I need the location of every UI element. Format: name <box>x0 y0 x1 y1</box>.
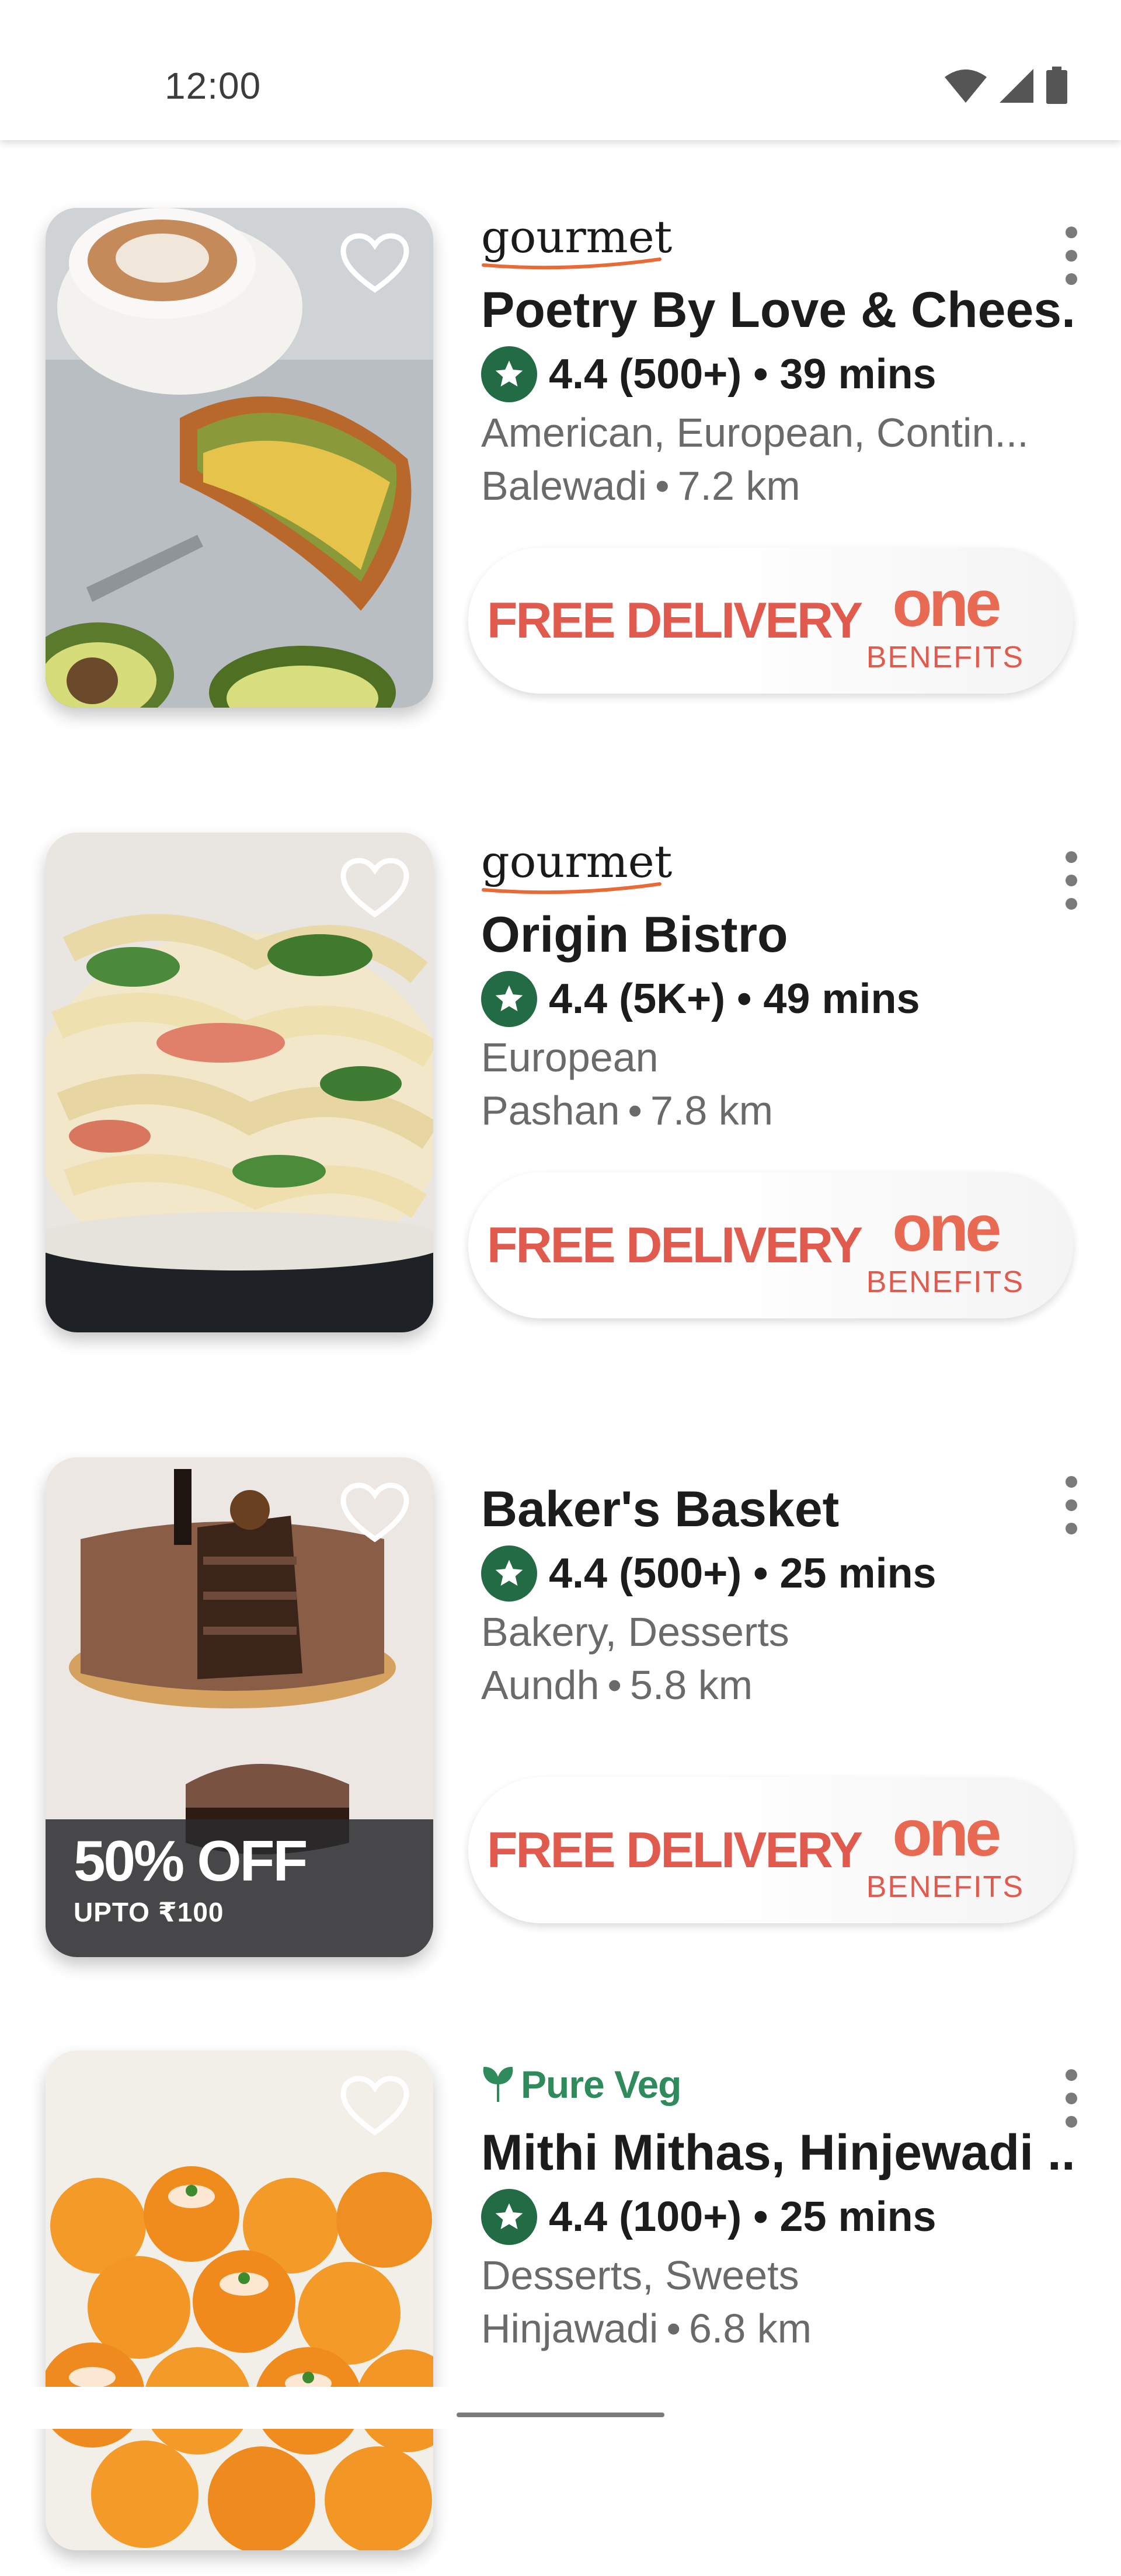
star-icon <box>481 2188 537 2245</box>
leaf-icon <box>483 2066 513 2102</box>
cuisines: European <box>481 1035 659 1080</box>
separator-dot: • <box>737 975 752 1022</box>
restaurant-info: Baker's Basket 4.4 (500+) • 25 mins Bake… <box>481 1482 1077 1708</box>
kebab-menu-icon[interactable] <box>1063 2069 1080 2128</box>
separator-dot: • <box>753 2193 768 2240</box>
status-time: 12:00 <box>165 65 262 107</box>
pure-veg-tag: Pure Veg <box>481 2062 1077 2107</box>
restaurant-image[interactable]: 50% OFF UPTO ₹100 <box>46 1457 433 1957</box>
delivery-time: 39 mins <box>779 350 937 398</box>
free-delivery-label: FREE DELIVERY <box>487 1217 863 1273</box>
one-brand: one <box>892 567 1001 640</box>
locality: Pashan <box>481 1088 620 1133</box>
rating-row: 4.4 (500+) • 39 mins <box>481 346 1077 402</box>
rating-text: 4.4 (100+) <box>549 2193 742 2240</box>
separator-dot: • <box>655 463 670 509</box>
kebab-menu-icon[interactable] <box>1063 851 1080 910</box>
heart-icon[interactable] <box>340 232 410 295</box>
locality: Balewadi <box>481 463 647 509</box>
cuisines: American, European, Contin... <box>481 410 1029 455</box>
restaurant-name: Origin Bistro <box>481 907 788 963</box>
separator-dot: • <box>607 1662 622 1708</box>
distance: 7.2 km <box>677 463 800 509</box>
delivery-time: 49 mins <box>763 975 920 1022</box>
cuisines: Bakery, Desserts <box>481 1609 789 1655</box>
benefit-banner[interactable]: FREE DELIVERY one BENEFITS <box>468 1172 1073 1318</box>
separator-dot: • <box>753 1550 768 1597</box>
location-row: Hinjawadi • 6.8 km <box>481 2306 1077 2351</box>
location-row: Pashan • 7.8 km <box>481 1088 1077 1133</box>
free-delivery-label: FREE DELIVERY <box>487 1822 863 1878</box>
restaurant-info: gourmet Poetry By Love & Chees... 4.4 (5… <box>481 215 1077 509</box>
restaurant-card[interactable]: 50% OFF UPTO ₹100 Baker's Basket 4.4 (50… <box>0 1457 1121 1983</box>
restaurant-name: Poetry By Love & Chees... <box>481 283 1077 338</box>
heart-icon[interactable] <box>340 2075 410 2138</box>
one-brand-sub: BENEFITS <box>866 640 1024 674</box>
location-row: Balewadi • 7.2 km <box>481 464 1077 509</box>
restaurant-name: Baker's Basket <box>481 1482 840 1537</box>
restaurant-image[interactable] <box>46 833 433 1332</box>
gourmet-tag: gourmet <box>481 840 672 894</box>
gesture-handle[interactable] <box>457 2413 664 2417</box>
gourmet-tag: gourmet <box>481 215 672 270</box>
separator-dot: • <box>666 2306 681 2351</box>
distance: 6.8 km <box>689 2306 812 2351</box>
one-brand-sub: BENEFITS <box>866 1265 1024 1299</box>
star-icon <box>481 346 537 402</box>
gourmet-swoosh <box>482 257 662 270</box>
restaurant-card[interactable]: gourmet Poetry By Love & Chees... 4.4 (5… <box>0 208 1121 733</box>
one-benefits-logo: one BENEFITS <box>866 1196 1024 1300</box>
one-brand: one <box>892 1192 1001 1265</box>
separator-dot: • <box>628 1088 642 1133</box>
restaurant-image[interactable] <box>46 208 433 708</box>
offer-sub: UPTO ₹100 <box>74 1897 224 1927</box>
restaurant-card[interactable]: Pure Veg Mithi Mithas, Hinjewadi ... 4.4… <box>0 2051 1121 2576</box>
star-icon <box>481 1545 537 1602</box>
star-icon <box>481 970 537 1027</box>
status-bar: 12:00 <box>0 0 1121 140</box>
locality: Aundh <box>481 1662 600 1708</box>
kebab-menu-icon[interactable] <box>1063 227 1080 285</box>
signal-icon <box>1000 69 1033 103</box>
heart-icon[interactable] <box>340 1482 410 1545</box>
pure-veg-label: Pure Veg <box>521 2063 681 2106</box>
benefit-banner[interactable]: FREE DELIVERY one BENEFITS <box>468 548 1073 694</box>
distance: 5.8 km <box>629 1662 753 1708</box>
cuisines: Desserts, Sweets <box>481 2253 799 2298</box>
rating-text: 4.4 (500+) <box>549 1550 742 1597</box>
one-benefits-logo: one BENEFITS <box>866 571 1024 675</box>
navigation-bar <box>0 2387 1121 2429</box>
offer-badge: 50% OFF UPTO ₹100 <box>74 1829 308 1928</box>
kebab-menu-icon[interactable] <box>1063 1476 1080 1534</box>
wifi-icon <box>945 69 987 103</box>
one-brand: one <box>892 1797 1001 1870</box>
status-icons <box>944 65 1068 106</box>
restaurant-name: Mithi Mithas, Hinjewadi ... <box>481 2125 1077 2181</box>
separator-dot: • <box>753 350 768 398</box>
offer-main: 50% OFF <box>74 1829 308 1893</box>
one-brand-sub: BENEFITS <box>866 1870 1024 1904</box>
rating-row: 4.4 (5K+) • 49 mins <box>481 970 1077 1027</box>
rating-text: 4.4 (5K+) <box>549 975 726 1022</box>
location-row: Aundh • 5.8 km <box>481 1663 1077 1708</box>
restaurant-image[interactable] <box>46 2051 433 2550</box>
rating-row: 4.4 (100+) • 25 mins <box>481 2188 1077 2245</box>
one-benefits-logo: one BENEFITS <box>866 1801 1024 1905</box>
distance: 7.8 km <box>650 1088 774 1133</box>
locality: Hinjawadi <box>481 2306 659 2351</box>
heart-icon[interactable] <box>340 857 410 920</box>
battery-icon <box>1046 67 1067 104</box>
restaurant-info: Pure Veg Mithi Mithas, Hinjewadi ... 4.4… <box>481 2062 1077 2351</box>
rating-text: 4.4 (500+) <box>549 350 742 398</box>
restaurant-info: gourmet Origin Bistro 4.4 (5K+) • 49 min… <box>481 840 1077 1133</box>
free-delivery-label: FREE DELIVERY <box>487 593 863 649</box>
restaurant-card[interactable]: gourmet Origin Bistro 4.4 (5K+) • 49 min… <box>0 833 1121 1358</box>
benefit-banner[interactable]: FREE DELIVERY one BENEFITS <box>468 1777 1073 1923</box>
delivery-time: 25 mins <box>779 1550 937 1597</box>
delivery-time: 25 mins <box>779 2193 937 2240</box>
gourmet-swoosh <box>482 882 662 894</box>
rating-row: 4.4 (500+) • 25 mins <box>481 1545 1077 1602</box>
